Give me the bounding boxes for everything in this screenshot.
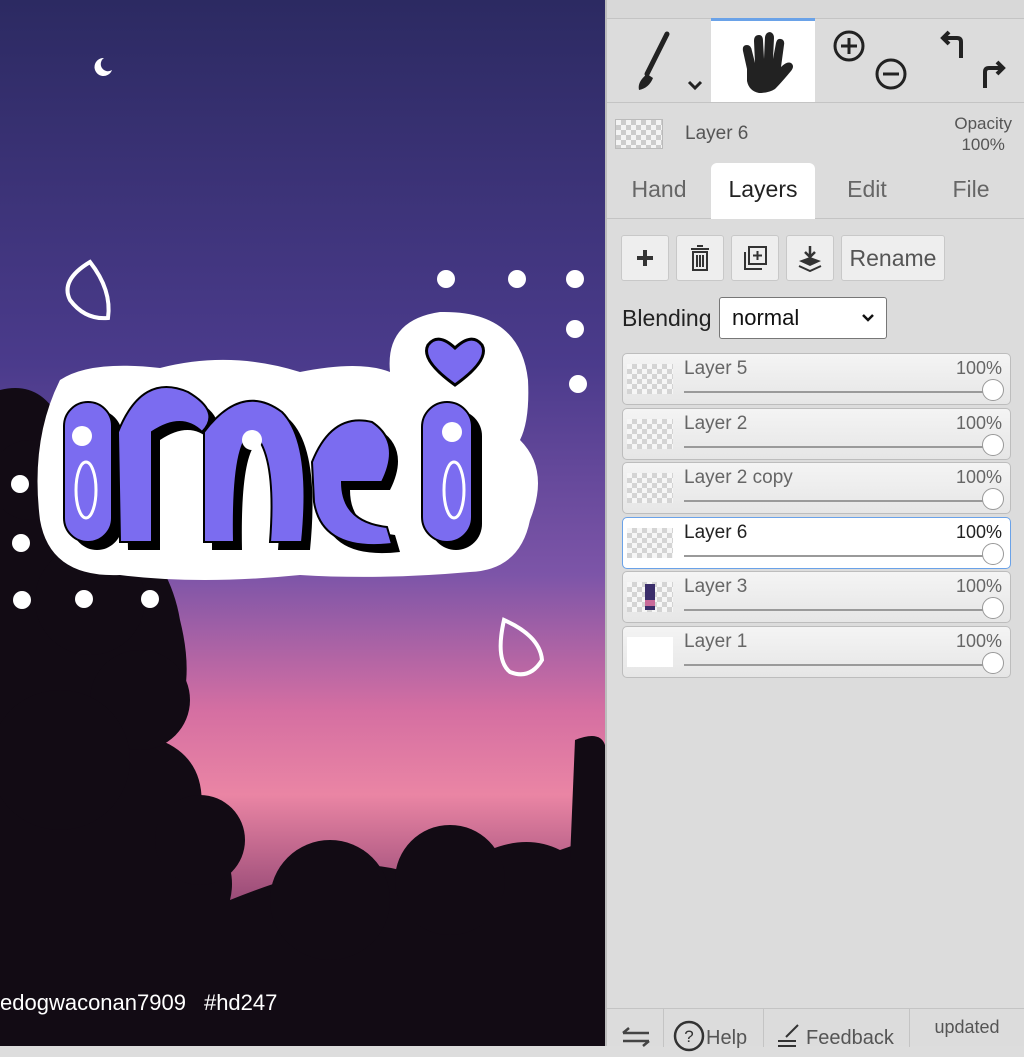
tab-hand[interactable]: Hand xyxy=(607,163,711,218)
opacity-slider-track[interactable] xyxy=(684,500,992,502)
opacity-slider-handle[interactable] xyxy=(982,433,1004,456)
tab-edit[interactable]: Edit xyxy=(815,163,919,218)
layer-opacity: 100% xyxy=(955,467,1002,487)
tab-layers[interactable]: Layers xyxy=(711,163,815,219)
current-layer-info: Layer 6 Opacity 100% xyxy=(607,103,1024,163)
layer-name: Layer 2 copy xyxy=(684,467,793,488)
layer-opacity: 100% xyxy=(955,630,1002,651)
footer-bar: ? Help Feedback updated xyxy=(607,1008,1024,1052)
opacity-slider-handle[interactable] xyxy=(982,651,1004,674)
swap-arrows-icon xyxy=(622,1027,650,1047)
layer-row[interactable]: Layer 3 100% xyxy=(622,571,1011,623)
duplicate-layer-button[interactable] xyxy=(731,235,779,281)
layer-thumbnail xyxy=(627,418,673,449)
layer-thumbnail xyxy=(627,364,673,394)
opacity-slider-handle[interactable] xyxy=(982,542,1004,565)
updated-info: updated xyxy=(910,1009,1024,1047)
layer-name: Layer 1 xyxy=(684,630,748,652)
add-layer-button[interactable] xyxy=(621,235,669,281)
layer-thumbnail xyxy=(627,582,673,612)
layer-opacity: 100% xyxy=(955,358,1002,378)
feedback-pencil-icon xyxy=(778,1024,799,1047)
trash-icon xyxy=(691,245,709,271)
layer-row[interactable]: Layer 2 100% xyxy=(622,407,1011,460)
opacity-label: Opacity xyxy=(954,114,1012,133)
tab-file[interactable]: File xyxy=(919,163,1023,218)
plus-icon xyxy=(637,250,653,266)
opacity-slider-track[interactable] xyxy=(684,609,992,611)
layer-row[interactable]: Layer 5 100% xyxy=(622,353,1011,405)
layer-opacity: 100% xyxy=(955,412,1002,433)
layer-thumbnail xyxy=(627,527,673,558)
swap-panel-button[interactable] xyxy=(607,1009,664,1047)
updated-label: updated xyxy=(934,1017,1000,1037)
layer-name: Layer 6 xyxy=(684,521,748,543)
blending-label: Blending xyxy=(622,305,712,331)
zoom-in-out-icon xyxy=(833,30,907,90)
help-label: Help xyxy=(706,1027,748,1049)
merge-down-button[interactable] xyxy=(786,235,834,281)
help-icon: ? xyxy=(673,1020,705,1052)
zoom-tool-button[interactable] xyxy=(815,18,919,102)
layer-name: Layer 3 xyxy=(684,576,748,597)
opacity-value: 100% xyxy=(961,135,1005,154)
credit-text: edogwaconan7909 #hd247 xyxy=(0,990,278,1015)
hand-tool-button[interactable] xyxy=(711,18,815,102)
brush-icon xyxy=(638,31,703,91)
layer-opacity: 100% xyxy=(955,521,1002,542)
layer-name: Layer 2 xyxy=(684,412,748,434)
current-layer-thumbnail xyxy=(615,119,663,149)
feedback-label: Feedback xyxy=(806,1027,894,1049)
help-button[interactable]: ? Help xyxy=(664,1009,764,1052)
current-layer-name: Layer 6 xyxy=(685,123,749,144)
delete-layer-button[interactable] xyxy=(676,235,724,281)
layer-row[interactable]: Layer 1 100% xyxy=(622,625,1011,678)
brush-tool-button[interactable] xyxy=(607,18,711,102)
photo-thumbnail-icon xyxy=(645,584,655,610)
duplicate-icon xyxy=(744,246,767,270)
opacity-slider-track[interactable] xyxy=(684,554,992,557)
opacity-slider-handle[interactable] xyxy=(982,379,1004,401)
top-bar xyxy=(607,0,1024,19)
opacity-slider-handle[interactable] xyxy=(982,488,1004,510)
merge-down-icon xyxy=(798,246,822,272)
tool-bar xyxy=(607,18,1024,103)
chevron-down-icon xyxy=(862,314,874,322)
layer-row[interactable]: Layer 2 copy 100% xyxy=(622,462,1011,514)
feedback-button[interactable]: Feedback xyxy=(764,1009,910,1049)
layer-opacity: 100% xyxy=(955,576,1002,596)
layer-row-active[interactable]: Layer 6 100% xyxy=(622,516,1011,569)
hand-icon xyxy=(742,32,793,93)
opacity-readout[interactable]: Opacity 100% xyxy=(954,113,1012,155)
undo-redo-button[interactable] xyxy=(919,18,1024,102)
blending-select[interactable]: normal xyxy=(719,297,887,339)
layer-name: Layer 5 xyxy=(684,358,748,379)
undo-redo-icon xyxy=(940,30,1006,88)
layer-thumbnail xyxy=(627,636,673,667)
layer-thumbnail xyxy=(627,473,673,503)
drawing-canvas[interactable]: edogwaconan7909 #hd247 xyxy=(0,0,605,1046)
artwork xyxy=(0,0,605,1046)
blending-value: normal xyxy=(732,305,800,330)
panel-tabs: Hand Layers Edit File xyxy=(607,163,1024,219)
side-panel: Layer 6 Opacity 100% Hand Layers Edit Fi… xyxy=(605,0,1024,1052)
opacity-slider-track[interactable] xyxy=(684,391,992,393)
opacity-slider-track[interactable] xyxy=(684,445,992,448)
opacity-slider-handle[interactable] xyxy=(982,597,1004,619)
layers-list: Layer 5 100% Layer 2 100% Layer 2 copy 1… xyxy=(622,353,1011,680)
rename-layer-button[interactable]: Rename xyxy=(841,235,945,281)
opacity-slider-track[interactable] xyxy=(684,663,992,666)
svg-text:?: ? xyxy=(684,1027,693,1046)
